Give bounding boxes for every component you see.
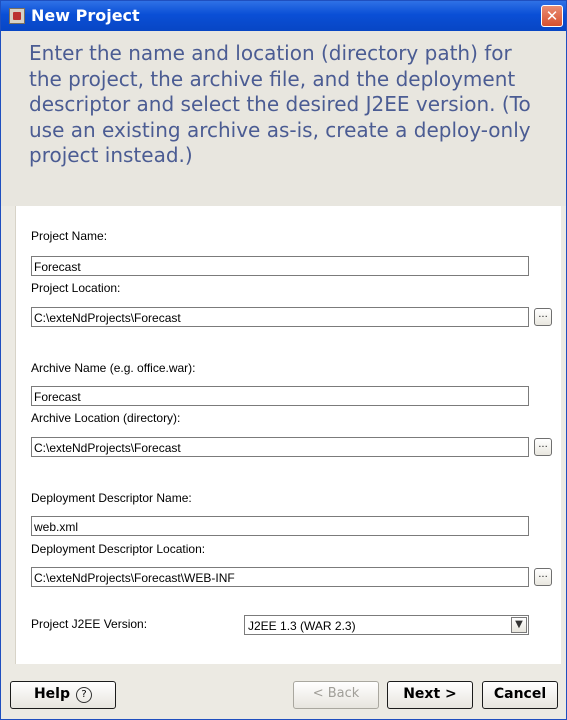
j2ee-version-label: Project J2EE Version:	[31, 617, 148, 631]
deployment-descriptor-location-label: Deployment Descriptor Location:	[31, 542, 206, 556]
j2ee-version-select[interactable]: J2EE 1.3 (WAR 2.3) ▼	[244, 615, 529, 635]
title-bar[interactable]: New Project ✕	[1, 1, 566, 31]
window-title: New Project	[31, 6, 140, 25]
deployment-descriptor-name-input[interactable]: web.xml	[31, 516, 529, 536]
archive-location-label: Archive Location (directory):	[31, 411, 181, 425]
back-button[interactable]: < Back	[293, 681, 379, 709]
project-location-input[interactable]: C:\exteNdProjects\Forecast	[31, 307, 529, 327]
instructions-text: Enter the name and location (directory p…	[29, 41, 531, 167]
chevron-down-icon[interactable]: ▼	[511, 617, 527, 633]
new-project-dialog: New Project ✕ Enter the name and locatio…	[0, 0, 567, 720]
browse-archive-location-button[interactable]: ...	[534, 438, 552, 456]
next-button[interactable]: Next >	[387, 681, 473, 709]
help-button[interactable]: Help?	[10, 681, 116, 709]
question-circle-icon: ?	[76, 687, 93, 703]
browse-project-location-button[interactable]: ...	[534, 308, 552, 326]
archive-location-input[interactable]: C:\exteNdProjects\Forecast	[31, 437, 529, 457]
cancel-button[interactable]: Cancel	[482, 681, 558, 709]
deployment-descriptor-location-input[interactable]: C:\exteNdProjects\Forecast\WEB-INF	[31, 567, 529, 587]
project-location-label: Project Location:	[31, 281, 121, 295]
j2ee-version-selected-value: J2EE 1.3 (WAR 2.3)	[248, 619, 356, 633]
close-button[interactable]: ✕	[541, 5, 563, 27]
browse-deployment-descriptor-location-button[interactable]: ...	[534, 568, 552, 586]
project-name-label: Project Name:	[31, 229, 108, 243]
project-name-input[interactable]: Forecast	[31, 256, 529, 276]
deployment-descriptor-name-label: Deployment Descriptor Name:	[31, 491, 192, 505]
archive-name-input[interactable]: Forecast	[31, 386, 529, 406]
archive-name-label: Archive Name (e.g. office.war):	[31, 361, 196, 375]
project-icon	[9, 8, 25, 24]
help-button-label: Help	[33, 686, 71, 702]
